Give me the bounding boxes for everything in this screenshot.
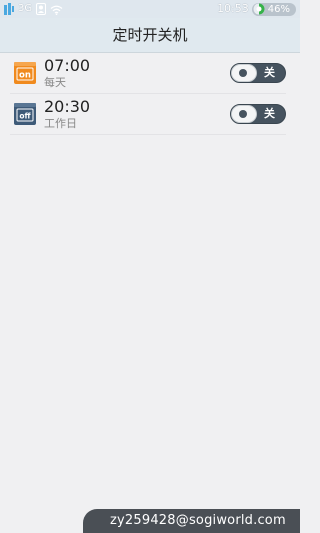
schedule-list: on 07:00 每天 关 off 20:30 工作日 关 <box>0 53 300 135</box>
toggle-knob <box>231 64 257 82</box>
toggle-label: 关 <box>264 107 275 120</box>
status-bar-left: 3G <box>4 2 63 16</box>
schedule-time: 20:30 <box>44 97 91 116</box>
schedule-repeat: 每天 <box>44 76 66 89</box>
battery-icon <box>253 3 265 15</box>
toggle-label: 关 <box>264 66 275 79</box>
page-title: 定时开关机 <box>112 26 188 44</box>
list-item[interactable]: off 20:30 工作日 关 <box>10 94 286 135</box>
schedule-toggle[interactable]: 关 <box>230 63 286 83</box>
wifi-icon <box>50 0 63 19</box>
signal-icon <box>4 0 14 19</box>
power-off-icon: off <box>14 103 36 125</box>
battery-percent: 46% <box>267 3 290 15</box>
watermark-text: zy259428@sogiworld.com <box>110 513 286 528</box>
watermark-tab: zy259428@sogiworld.com <box>83 509 300 533</box>
status-bar: 3G 10:53 46% <box>0 0 300 18</box>
schedule-repeat: 工作日 <box>44 117 77 130</box>
status-bar-right: 10:53 46% <box>217 2 296 16</box>
schedule-toggle[interactable]: 关 <box>230 104 286 124</box>
battery-indicator: 46% <box>251 2 296 16</box>
list-item[interactable]: on 07:00 每天 关 <box>10 53 286 94</box>
network-3g-icon: 3G <box>18 3 33 14</box>
power-on-icon: on <box>14 62 36 84</box>
contacts-icon <box>36 0 47 19</box>
power-on-icon-text: on <box>19 71 31 81</box>
toggle-knob <box>231 105 257 123</box>
clock: 10:53 <box>217 2 249 15</box>
title-bar: 定时开关机 <box>0 18 300 53</box>
schedule-time: 07:00 <box>44 56 91 75</box>
power-off-icon-text: off <box>19 112 31 121</box>
